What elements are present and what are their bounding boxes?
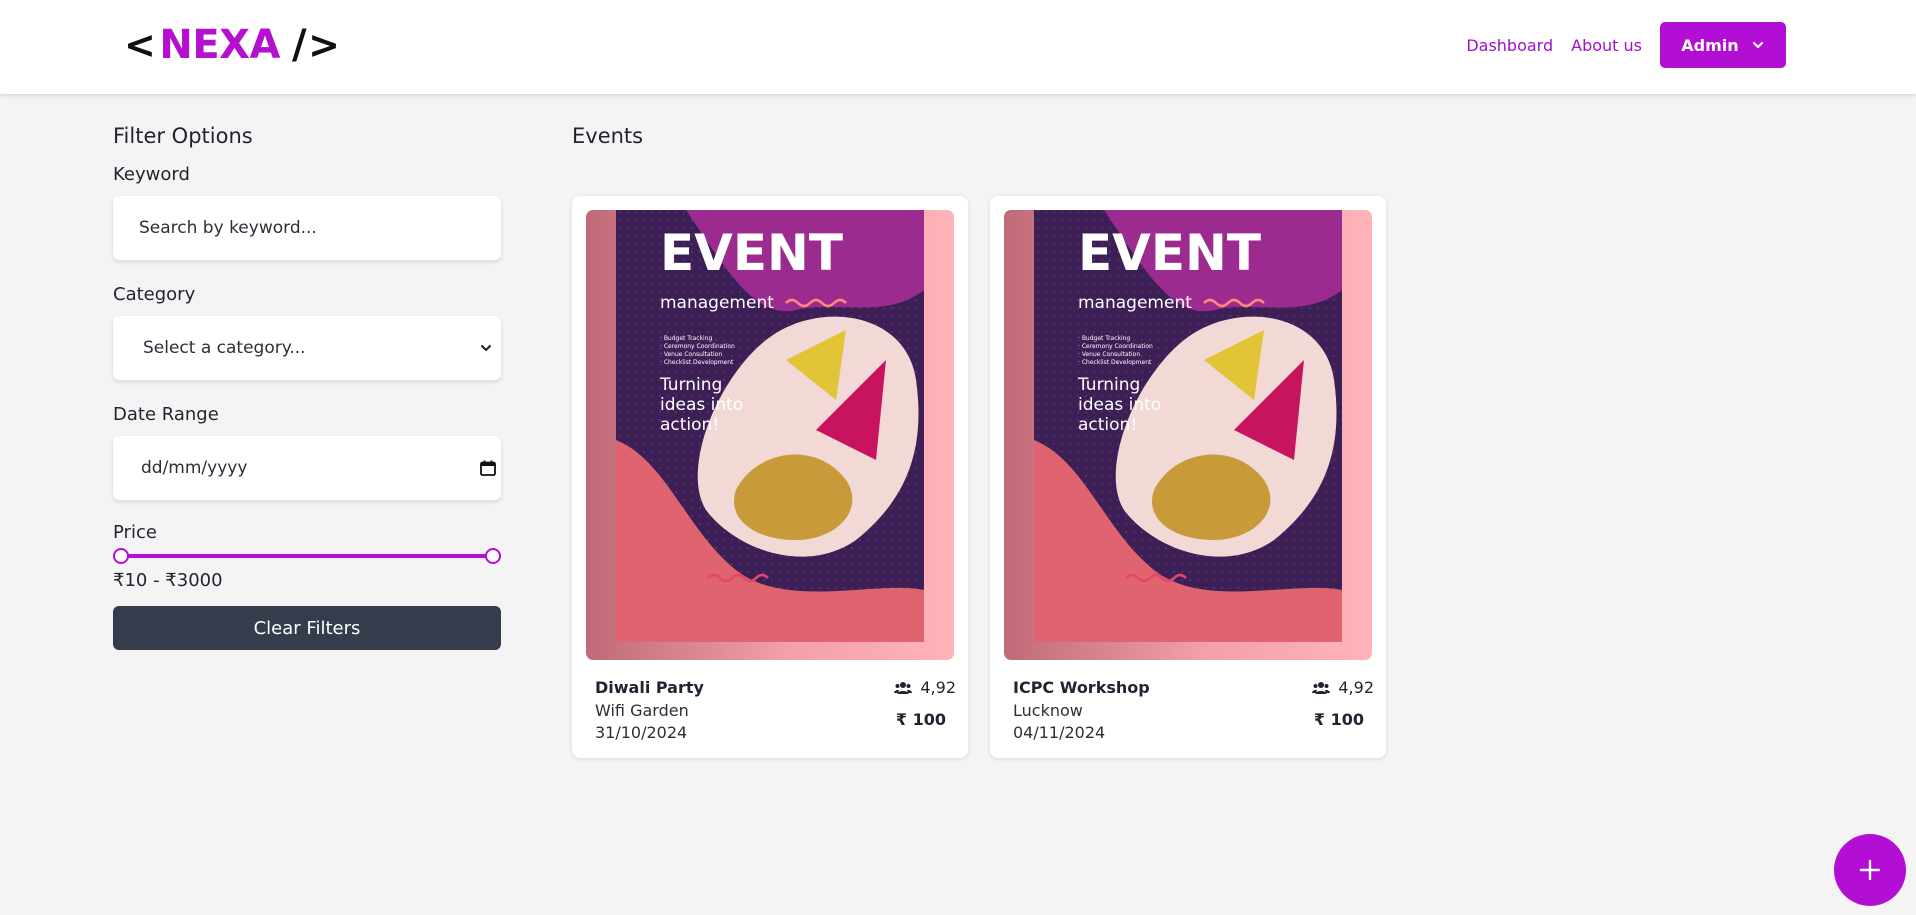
poster-bullet: · Venue Consultation [1078, 351, 1140, 358]
poster-tagline: Turning [659, 375, 722, 395]
poster-headline: EVENT [1078, 224, 1261, 282]
users-icon [1312, 681, 1331, 694]
add-event-button[interactable] [1834, 834, 1906, 906]
date-range-input[interactable]: dd/mm/yyyy [113, 436, 501, 500]
event-date: 31/10/2024 [595, 723, 688, 742]
event-poster-image: EVENT management · Budget Tracking · Cer… [1004, 210, 1372, 660]
date-placeholder: dd/mm/yyyy [141, 458, 248, 478]
category-select[interactable]: Select a category... [113, 316, 501, 380]
logo-close-bracket: > [308, 23, 340, 67]
date-range-label: Date Range [113, 404, 219, 425]
top-navbar: < NEXA / > Dashboard About us Admin [0, 0, 1916, 94]
attendee-count: 4,92 [1338, 678, 1374, 697]
chevron-down-icon [481, 345, 491, 351]
poster-subheadline: management [660, 293, 774, 313]
nav-about-link[interactable]: About us [1571, 36, 1642, 55]
category-label: Category [113, 284, 196, 305]
poster-bullet: · Checklist Development [660, 359, 734, 366]
event-attendees: 4,92 [894, 678, 956, 697]
poster-bullet: · Budget Tracking [1078, 335, 1130, 342]
event-name: ICPC Workshop [1013, 678, 1150, 697]
events-title: Events [572, 124, 644, 148]
poster-bullet: · Budget Tracking [660, 335, 712, 342]
poster-tagline: action! [660, 415, 719, 435]
price-label: Price [113, 522, 157, 543]
poster-bullet: · Ceremony Coordination [660, 343, 735, 350]
attendee-count: 4,92 [920, 678, 956, 697]
poster-tagline: ideas into [660, 395, 743, 415]
logo-open-bracket: < [124, 23, 156, 67]
clear-filters-button[interactable]: Clear Filters [113, 606, 501, 650]
event-name: Diwali Party [595, 678, 704, 697]
chevron-down-icon [1752, 41, 1763, 49]
poster-tagline: ideas into [1078, 395, 1161, 415]
calendar-icon[interactable] [479, 459, 497, 477]
poster-tagline: Turning [1077, 375, 1140, 395]
nav-dashboard-link[interactable]: Dashboard [1466, 36, 1553, 55]
event-poster-image: EVENT management · Budget Tracking · Cer… [586, 210, 954, 660]
filter-options-title: Filter Options [113, 124, 253, 148]
event-date: 04/11/2024 [1013, 723, 1106, 742]
price-max-handle[interactable] [485, 548, 501, 564]
nav-links: Dashboard About us Admin [1466, 22, 1786, 68]
event-attendees: 4,92 [1312, 678, 1374, 697]
price-slider-track [113, 554, 501, 558]
filter-sidebar: Filter Options Keyword Search by keyword… [113, 124, 501, 650]
users-icon [894, 681, 913, 694]
price-min-handle[interactable] [113, 548, 129, 564]
poster-tagline: action! [1078, 415, 1137, 435]
poster-subheadline: management [1078, 293, 1192, 313]
poster-bullet: · Checklist Development [1078, 359, 1152, 366]
logo-slash: / [291, 22, 307, 68]
poster-headline: EVENT [660, 224, 843, 282]
event-card[interactable]: EVENT management · Budget Tracking · Cer… [572, 196, 968, 758]
keyword-label: Keyword [113, 164, 190, 185]
price-range-text: ₹10 - ₹3000 [113, 570, 223, 591]
event-location: Wifi Garden [595, 701, 689, 720]
nexa-logo[interactable]: < NEXA / > [124, 20, 340, 70]
keyword-search-input[interactable]: Search by keyword... [113, 196, 501, 260]
admin-label: Admin [1681, 35, 1739, 55]
plus-icon [1859, 859, 1881, 881]
event-price: ₹ 100 [1313, 710, 1364, 729]
logo-name: NEXA [159, 22, 280, 68]
poster-bullet: · Venue Consultation [660, 351, 722, 358]
poster-bullet: · Ceremony Coordination [1078, 343, 1153, 350]
event-card[interactable]: EVENT management · Budget Tracking · Cer… [990, 196, 1386, 758]
event-location: Lucknow [1013, 701, 1083, 720]
category-selected-value: Select a category... [143, 338, 306, 358]
keyword-placeholder: Search by keyword... [139, 218, 317, 238]
admin-dropdown-button[interactable]: Admin [1660, 22, 1786, 68]
price-range-slider[interactable] [113, 548, 501, 564]
event-price: ₹ 100 [895, 710, 946, 729]
